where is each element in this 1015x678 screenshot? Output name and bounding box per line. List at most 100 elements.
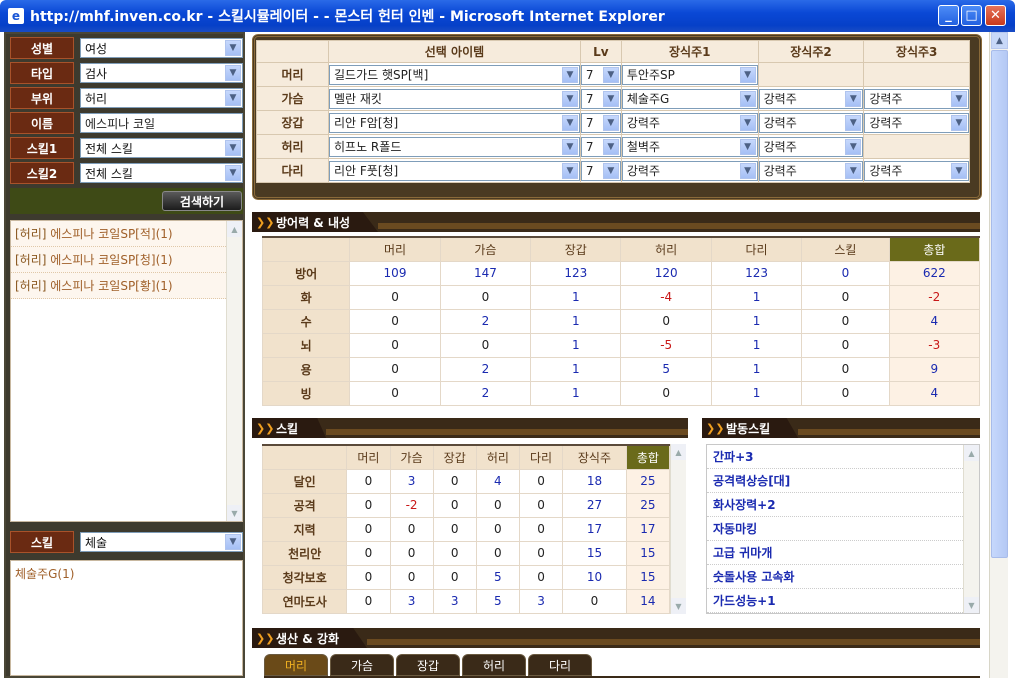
row-label: 달인 — [261, 468, 348, 494]
active-skill-item[interactable]: 공격력상승[대] — [707, 469, 963, 493]
production-tab[interactable]: 머리 — [264, 654, 328, 676]
item-select[interactable]: 히프노 R폴드 ▼ — [329, 136, 580, 157]
minimize-button[interactable]: _ — [938, 5, 959, 26]
equipment-cell: 히프노 R폴드 ▼ — [328, 134, 581, 159]
gender-value: 여성 — [85, 41, 108, 56]
result-text: 에스피나 코일SP[청](1) — [46, 253, 173, 267]
active-skill-item[interactable]: 간파+3 — [707, 445, 963, 469]
jewel-select[interactable]: 강력주 ▼ — [864, 112, 969, 133]
skill-scrollbar[interactable]: ▲ ▼ — [670, 444, 686, 614]
jewel-select[interactable]: 투안주SP ▼ — [621, 64, 758, 85]
active-skill-item[interactable]: 화사장력+2 — [707, 493, 963, 517]
active-skill-item[interactable]: 숫돌사용 고속화 — [707, 565, 963, 589]
defense-value-cell: 0 — [801, 380, 890, 406]
defense-header-row: 머리 가슴 장갑 허리 다리 스킬 총합 — [261, 236, 981, 262]
equipment-row: 머리 길드가드 햇SP[백] ▼ 7 ▼ 투안주SP ▼ — [256, 62, 970, 87]
jewel-select[interactable]: 강력주 ▼ — [621, 160, 758, 181]
empty-slot — [757, 62, 865, 87]
jewel-select[interactable]: 강력주 ▼ — [864, 88, 969, 109]
result-item[interactable]: [허리] 에스피나 코일SP[황](1) — [11, 273, 242, 299]
name-input[interactable]: 에스피나 코일 — [80, 113, 243, 133]
maximize-button[interactable]: □ — [961, 5, 982, 26]
scroll-down-icon[interactable]: ▼ — [964, 597, 979, 613]
chevron-down-icon: ▼ — [602, 90, 619, 107]
equipment-body: 머리 길드가드 햇SP[백] ▼ 7 ▼ 투안주SP ▼ 가슴 멜란 재킷 ▼ 7 ▼ 체술주G ▼ 강력주… — [256, 62, 970, 183]
production-tab[interactable]: 장갑 — [396, 654, 460, 676]
page-scrollbar[interactable]: ▲ — [989, 32, 1008, 678]
equipment-cell: 투안주SP ▼ — [620, 62, 759, 87]
scroll-down-icon[interactable]: ▼ — [227, 505, 242, 521]
slot-label: 장갑 — [256, 110, 329, 135]
skill-body: 달인 0 3 0 4 0 18 25 공격 0 -2 0 0 0 27 25 지력 0 0 0 0 0 17 17 천리안 0 0 0… — [261, 468, 671, 614]
close-button[interactable]: ✕ — [985, 5, 1006, 26]
skills-value-cell: 0 — [432, 516, 477, 542]
active-skill-item[interactable]: 자동마킹 — [707, 517, 963, 541]
skills-value-cell: 0 — [518, 564, 564, 590]
level-select[interactable]: 7 ▼ — [580, 160, 621, 181]
jewel-select[interactable]: 강력주 ▼ — [864, 160, 969, 181]
item-select[interactable]: 리안 F암[청] ▼ — [329, 112, 580, 133]
jewel-select[interactable]: 강력주 ▼ — [758, 160, 864, 181]
item-select[interactable]: 길드가드 햇SP[백] ▼ — [329, 64, 580, 85]
ie-window: e http://mhf.inven.co.kr - 스킬시뮬레이터 - - 몬… — [0, 0, 1015, 678]
skills-value-cell: 17 — [562, 516, 627, 542]
equipment-cell: 7 ▼ — [579, 158, 622, 183]
production-title: 생산 & 강화 — [276, 631, 339, 646]
jewel-select[interactable]: 체술주G ▼ — [621, 88, 758, 109]
skill1-select[interactable]: 전체 스킬 ▼ — [80, 138, 243, 158]
scroll-up-icon[interactable]: ▲ — [991, 32, 1008, 49]
equipment-cell: 리안 F풋[청] ▼ — [328, 158, 581, 183]
chevron-down-icon: ▼ — [951, 114, 967, 131]
select-value: 강력주 — [869, 116, 903, 130]
defense-row: 빙0210104 — [261, 380, 981, 406]
jewel-select[interactable]: 강력주 ▼ — [758, 112, 864, 133]
equipment-cell: 강력주 ▼ — [620, 110, 759, 135]
defense-title: 방어력 & 내성 — [276, 215, 351, 230]
jewel-item[interactable]: 체술주G(1) — [11, 561, 242, 587]
type-select[interactable]: 검사 ▼ — [80, 63, 243, 83]
jewel-items: 체술주G(1) — [11, 561, 242, 587]
level-select[interactable]: 7 ▼ — [580, 136, 621, 157]
level-select[interactable]: 7 ▼ — [580, 88, 621, 109]
equipment-row: 장갑 리안 F암[청] ▼ 7 ▼ 강력주 ▼ 강력주 ▼ 강력주 ▼ — [256, 110, 970, 135]
level-select[interactable]: 7 ▼ — [580, 112, 621, 133]
item-select[interactable]: 리안 F풋[청] ▼ — [329, 160, 580, 181]
skill-filter-select[interactable]: 체술 ▼ — [80, 532, 243, 552]
result-item[interactable]: [허리] 에스피나 코일SP[적](1) — [11, 221, 242, 247]
results-scrollbar[interactable]: ▲ ▼ — [226, 221, 242, 521]
scroll-up-icon[interactable]: ▲ — [671, 444, 686, 460]
result-item[interactable]: [허리] 에스피나 코일SP[청](1) — [11, 247, 242, 273]
skill2-row: 스킬2 전체 스킬 ▼ — [10, 162, 243, 184]
jewel-select[interactable]: 철벽주 ▼ — [621, 136, 758, 157]
jewel-select[interactable]: 강력주 ▼ — [758, 136, 864, 157]
active-skill-item[interactable]: 고급 귀마개 — [707, 541, 963, 565]
active-skill-scrollbar[interactable]: ▲ ▼ — [963, 445, 979, 613]
scroll-up-icon[interactable]: ▲ — [227, 221, 242, 237]
search-button[interactable]: 검색하기 — [162, 191, 242, 211]
jewel-select[interactable]: 강력주 ▼ — [621, 112, 758, 133]
active-skill-item[interactable]: 가드성능+1 — [707, 589, 963, 613]
select-value: 리안 F암[청] — [334, 116, 399, 130]
defense-body: 방어 109 147 123 120 123 0 622 화 0 0 1 -4 1 0 -2 수 0 2 1 0 1 0 4 뇌… — [261, 260, 981, 406]
active-skill-items: 간파+3 공격력상승[대] 화사장력+2 자동마킹 고급 귀마개 숫돌사용 고속화 가드성능… — [707, 445, 979, 613]
defense-value-cell: 0 — [349, 284, 441, 310]
skill2-select[interactable]: 전체 스킬 ▼ — [80, 163, 243, 183]
select-value: 리안 F풋[청] — [334, 164, 399, 178]
select-value: 철벽주 — [626, 140, 660, 154]
production-tab[interactable]: 다리 — [528, 654, 592, 676]
skill-section-label: ❯❯ 스킬 — [252, 418, 327, 438]
item-select[interactable]: 멜란 재킷 ▼ — [329, 88, 580, 109]
jewel-select[interactable]: 강력주 ▼ — [758, 88, 864, 109]
gender-select[interactable]: 여성 ▼ — [80, 38, 243, 58]
defense-col-header: 총합 — [888, 236, 981, 262]
scroll-thumb[interactable] — [991, 50, 1008, 558]
part-select[interactable]: 허리 ▼ — [80, 88, 243, 108]
level-select[interactable]: 7 ▼ — [580, 64, 621, 85]
production-tab[interactable]: 가슴 — [330, 654, 394, 676]
equipment-col-header: 장식주3 — [863, 40, 970, 63]
scroll-up-icon[interactable]: ▲ — [964, 445, 979, 461]
scroll-down-icon[interactable]: ▼ — [671, 598, 686, 614]
equipment-col-header: 선택 아이템 — [328, 40, 581, 63]
defense-value-cell: 1 — [530, 308, 622, 334]
production-tab[interactable]: 허리 — [462, 654, 526, 676]
